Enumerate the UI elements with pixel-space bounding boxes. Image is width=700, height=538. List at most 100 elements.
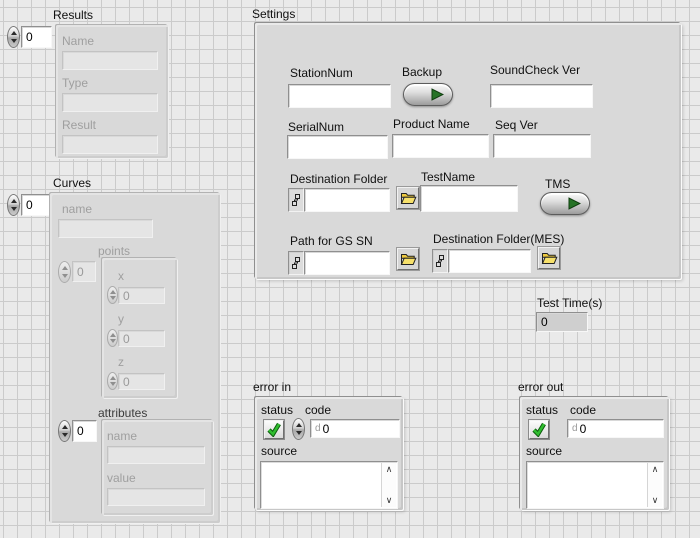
results-name-label: Name xyxy=(62,35,94,48)
attribute-name-field xyxy=(107,446,205,464)
seq-ver-label: Seq Ver xyxy=(495,119,538,132)
spinner-up-icon xyxy=(110,333,116,337)
spinner-down-icon[interactable] xyxy=(296,431,302,435)
destination-folder-browse-button[interactable] xyxy=(397,187,419,209)
soundcheck-ver-label: SoundCheck Ver xyxy=(490,64,580,77)
points-index-field: 0 xyxy=(72,261,96,282)
point-x-field: 0 xyxy=(118,287,165,304)
spinner-up-icon[interactable] xyxy=(11,31,17,35)
error-in-label: error in xyxy=(253,381,291,394)
soundcheck-ver-field[interactable] xyxy=(490,84,593,108)
points-index-spinner xyxy=(58,261,71,283)
point-x-spinner xyxy=(107,286,118,304)
destination-folder-path-type-box[interactable] xyxy=(288,188,304,212)
labview-front-panel: Results 0 Name Type Result Curves 0 name… xyxy=(0,0,700,538)
results-label: Results xyxy=(53,9,93,22)
point-z-label: z xyxy=(118,356,124,369)
results-name-field xyxy=(62,51,158,70)
results-result-label: Result xyxy=(62,119,96,132)
attributes-index-spinner[interactable] xyxy=(58,420,71,442)
folder-open-icon xyxy=(541,251,558,265)
scroll-up-icon: ∧ xyxy=(652,465,659,474)
path-for-gs-sn-browse-button[interactable] xyxy=(397,248,419,270)
results-type-label: Type xyxy=(62,77,88,90)
spinner-up-icon xyxy=(62,266,68,270)
results-result-field xyxy=(62,135,158,154)
path-for-gs-sn-label: Path for GS SN xyxy=(290,235,373,248)
curves-cluster: name points 0 x 0 y 0 z 0 attributes 0 n… xyxy=(50,193,220,523)
station-num-field[interactable] xyxy=(288,84,391,108)
tms-toggle-button[interactable] xyxy=(540,192,590,215)
folder-open-icon xyxy=(400,191,417,205)
destination-folder-mes-path-type-box[interactable] xyxy=(432,249,448,273)
results-cluster: Name Type Result xyxy=(56,25,168,158)
test-name-field[interactable] xyxy=(420,185,518,212)
spinner-down-icon xyxy=(62,274,68,278)
path-for-gs-sn-path-type-box[interactable] xyxy=(288,251,304,275)
play-arrow-icon xyxy=(568,197,581,210)
error-in-code-spinner[interactable] xyxy=(292,418,305,440)
spinner-up-icon[interactable] xyxy=(296,423,302,427)
error-in-source-textarea[interactable]: ∧ ∨ xyxy=(260,461,398,509)
play-arrow-icon xyxy=(431,88,444,101)
results-index-field[interactable]: 0 xyxy=(21,26,52,48)
attributes-label: attributes xyxy=(98,407,147,420)
scroll-down-icon[interactable]: ∨ xyxy=(386,496,393,505)
scroll-up-icon[interactable]: ∧ xyxy=(386,465,393,474)
green-check-icon xyxy=(531,422,547,437)
path-symbol-icon xyxy=(435,254,445,269)
curves-index-spinner[interactable] xyxy=(7,194,20,216)
point-z-field: 0 xyxy=(118,373,165,390)
destination-folder-mes-path-field[interactable] xyxy=(448,249,531,273)
error-out-source-label: source xyxy=(526,445,562,458)
attributes-index-field[interactable]: 0 xyxy=(72,420,97,442)
spinner-down-icon[interactable] xyxy=(62,433,68,437)
backup-toggle-button[interactable] xyxy=(403,83,453,106)
spinner-down-icon xyxy=(110,296,116,300)
destination-folder-label: Destination Folder xyxy=(290,173,387,186)
spinner-down-icon xyxy=(110,339,116,343)
settings-cluster: StationNum Backup SoundCheck Ver SerialN… xyxy=(255,23,681,279)
code-value: 0 xyxy=(580,422,587,436)
spinner-down-icon[interactable] xyxy=(11,39,17,43)
scrollbar[interactable]: ∧ ∨ xyxy=(381,463,396,507)
product-name-field[interactable] xyxy=(392,134,489,158)
backup-label: Backup xyxy=(402,66,442,79)
seq-ver-field[interactable] xyxy=(493,134,591,158)
test-name-label: TestName xyxy=(421,171,475,184)
destination-folder-path-field[interactable] xyxy=(304,188,390,212)
error-in-source-label: source xyxy=(261,445,297,458)
point-y-label: y xyxy=(118,313,124,326)
tms-label: TMS xyxy=(545,178,570,191)
attribute-value-field xyxy=(107,488,205,506)
spinner-up-icon[interactable] xyxy=(62,425,68,429)
attribute-value-label: value xyxy=(107,472,136,485)
serial-num-field[interactable] xyxy=(287,135,388,159)
spinner-up-icon xyxy=(110,290,116,294)
destination-folder-mes-label: Destination Folder(MES) xyxy=(433,233,564,246)
point-z-spinner xyxy=(107,372,118,390)
error-out-status-label: status xyxy=(526,404,558,417)
error-in-status-button[interactable] xyxy=(264,420,284,439)
destination-folder-mes-browse-button[interactable] xyxy=(538,247,560,269)
curves-index-field[interactable]: 0 xyxy=(21,194,52,216)
path-for-gs-sn-path-field[interactable] xyxy=(304,251,390,275)
curves-label: Curves xyxy=(53,177,91,190)
attributes-cluster: name value xyxy=(102,420,213,515)
spinner-up-icon[interactable] xyxy=(11,199,17,203)
error-in-code-label: code xyxy=(305,404,331,417)
green-check-icon xyxy=(266,422,282,437)
points-cluster: x 0 y 0 z 0 xyxy=(102,258,177,398)
results-type-field xyxy=(62,93,158,112)
folder-open-icon xyxy=(400,252,417,266)
points-label: points xyxy=(98,245,130,258)
error-in-code-field[interactable]: d0 xyxy=(310,419,400,438)
curve-name-label: name xyxy=(62,203,92,216)
error-out-code-label: code xyxy=(570,404,596,417)
station-num-label: StationNum xyxy=(290,67,353,80)
results-index-spinner[interactable] xyxy=(7,26,20,48)
error-out-label: error out xyxy=(518,381,563,394)
spinner-down-icon[interactable] xyxy=(11,207,17,211)
error-out-status-indicator xyxy=(529,420,549,439)
serial-num-label: SerialNum xyxy=(288,121,344,134)
